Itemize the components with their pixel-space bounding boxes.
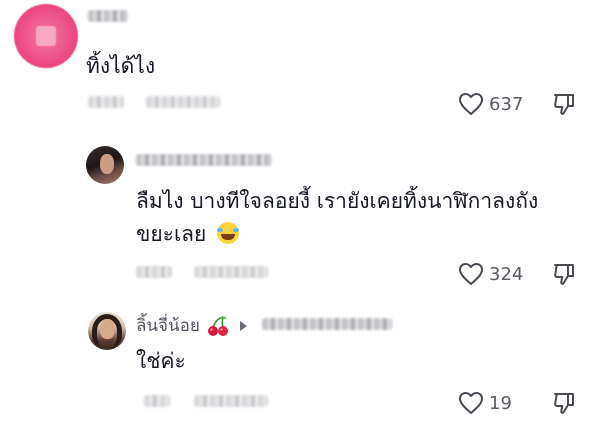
like-count: 324 — [489, 263, 524, 285]
reply-link-redacted[interactable] — [194, 266, 268, 278]
heart-icon — [459, 93, 483, 115]
reply-text: ใช่ค่ะ — [136, 349, 186, 373]
avatar[interactable] — [86, 146, 124, 184]
heart-icon — [459, 392, 483, 414]
reply-link-redacted[interactable] — [194, 395, 268, 407]
dislike-icon[interactable] — [552, 92, 576, 116]
username-redacted[interactable] — [136, 154, 272, 166]
cherry-emoji-icon — [207, 315, 228, 336]
dislike-icon[interactable] — [552, 391, 576, 415]
reply-to-arrow-icon — [239, 320, 247, 331]
laughing-emoji-icon — [216, 222, 239, 244]
like-count: 637 — [489, 93, 524, 115]
reply-text-line1: ลืมไง บางทีใจลอยงี้ เรายังเคยทิ้งนาฬิกาล… — [136, 189, 539, 213]
timestamp-redacted — [144, 395, 170, 407]
reply-text-line2-content: ขยะเลย — [136, 222, 207, 246]
comment-text: ทิ้งได้ไง — [86, 54, 156, 78]
reply-link-redacted[interactable] — [146, 96, 220, 108]
avatar[interactable] — [14, 4, 78, 68]
like-button[interactable]: 324 — [458, 262, 523, 286]
timestamp-redacted — [88, 96, 124, 108]
heart-icon — [459, 263, 483, 285]
replied-to-username-redacted[interactable] — [262, 318, 392, 330]
like-count: 19 — [489, 392, 512, 414]
avatar[interactable] — [88, 312, 126, 350]
timestamp-redacted — [136, 266, 172, 278]
like-button[interactable]: 637 — [458, 92, 523, 116]
like-button[interactable]: 19 — [458, 391, 512, 415]
username-redacted[interactable] — [88, 10, 128, 22]
dislike-icon[interactable] — [552, 262, 576, 286]
username[interactable]: ลิ้นจี่น้อย — [136, 312, 200, 339]
reply-header: ลิ้นจี่น้อย — [136, 312, 253, 339]
reply-text-line2: ขยะเลย — [136, 218, 239, 251]
